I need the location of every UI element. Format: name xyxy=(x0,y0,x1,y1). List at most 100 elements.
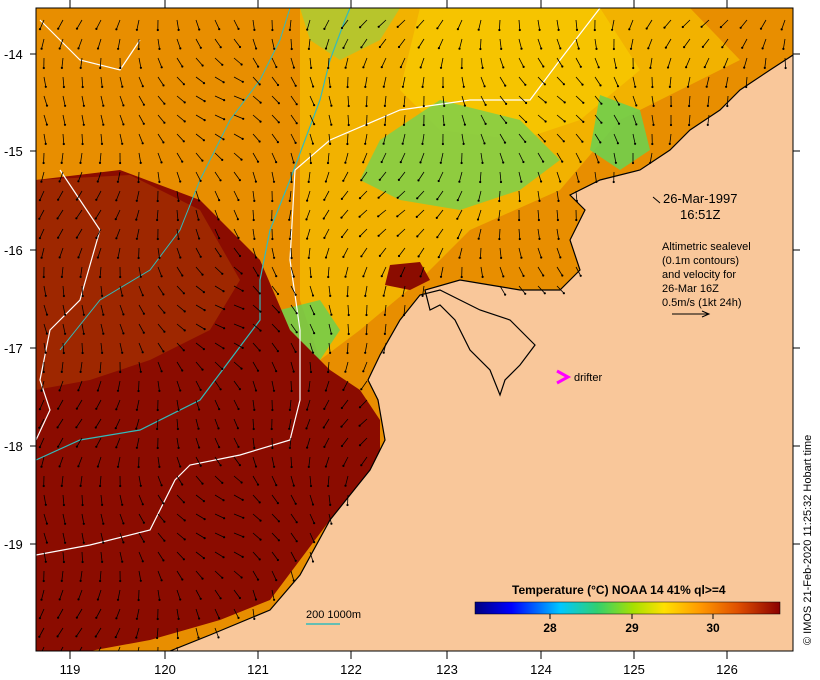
velocity-vector-head xyxy=(222,81,225,84)
velocity-vector-head xyxy=(342,464,345,467)
velocity-vector-head xyxy=(77,389,80,392)
velocity-vector-head xyxy=(62,294,65,298)
velocity-vector-head xyxy=(183,538,186,541)
velocity-vector-head xyxy=(98,370,102,374)
velocity-vector-head xyxy=(96,256,99,259)
velocity-vector-head xyxy=(344,275,347,278)
velocity-vector-head xyxy=(305,427,308,430)
velocity-vector-head xyxy=(577,47,580,50)
velocity-vector-head xyxy=(79,66,82,69)
velocity-vector-head xyxy=(599,84,602,87)
x-tick-label: 119 xyxy=(60,662,81,677)
velocity-vector-head xyxy=(292,484,295,487)
velocity-vector-head xyxy=(202,348,205,351)
velocity-vector-head xyxy=(629,47,633,50)
velocity-vector-head xyxy=(364,294,367,297)
velocity-vector-head xyxy=(122,313,125,316)
velocity-vector-head xyxy=(290,465,293,469)
velocity-vector-head xyxy=(237,445,240,448)
velocity-vector-head xyxy=(329,294,332,297)
velocity-vector-head xyxy=(135,617,138,620)
velocity-vector-head xyxy=(294,502,297,505)
colorbar-tick-label: 28 xyxy=(543,621,557,635)
velocity-vector-head xyxy=(40,256,43,259)
velocity-vector-head xyxy=(45,332,49,335)
velocity-vector xyxy=(347,494,349,506)
velocity-vector-head xyxy=(305,218,308,221)
velocity-vector-head xyxy=(141,294,144,297)
velocity-vector-head xyxy=(290,256,293,260)
velocity-vector-head xyxy=(358,444,362,447)
velocity-vector-head xyxy=(401,294,404,297)
velocity-vector-head xyxy=(56,635,59,638)
velocity-vector-head xyxy=(344,66,347,69)
velocity-vector-head xyxy=(139,66,142,69)
velocity-vector-head xyxy=(183,310,186,313)
velocity-vector-head xyxy=(100,142,104,145)
velocity-vector-head xyxy=(582,120,585,123)
velocity-vector-head xyxy=(141,142,144,145)
velocity-vector-head xyxy=(64,522,67,525)
x-tick-label: 122 xyxy=(340,662,362,677)
velocity-vector-head xyxy=(182,292,185,295)
velocity-vector-head xyxy=(240,63,243,66)
velocity-vector-head xyxy=(253,237,256,240)
velocity-vector-head xyxy=(81,503,84,507)
colorbar-title: Temperature (°C) NOAA 14 41% ql>=4 xyxy=(512,583,726,597)
velocity-vector-head xyxy=(288,199,291,202)
velocity-vector-head xyxy=(121,351,124,354)
velocity-vector xyxy=(347,285,349,297)
velocity-vector-head xyxy=(40,180,43,183)
velocity-vector-head xyxy=(136,656,138,658)
velocity-vector-head xyxy=(295,331,298,334)
velocity-vector-head xyxy=(719,26,723,29)
velocity-vector-head xyxy=(522,274,525,277)
velocity-vector-head xyxy=(79,161,82,164)
velocity-vector-head xyxy=(458,180,461,183)
velocity-vector-head xyxy=(94,426,97,429)
velocity-vector-head xyxy=(313,332,316,335)
velocity-vector-head xyxy=(139,370,142,373)
velocity-vector-head xyxy=(292,275,295,278)
y-tick-label: -15 xyxy=(4,144,23,159)
velocity-vector-head xyxy=(57,236,60,239)
velocity-vector-head xyxy=(292,579,295,582)
velocity-vector-head xyxy=(79,370,82,373)
velocity-vector-head xyxy=(652,104,655,107)
velocity-vector-head xyxy=(139,161,142,164)
velocity-vector-head xyxy=(137,256,140,260)
velocity-vector-head xyxy=(416,197,419,200)
velocity-vector-head xyxy=(540,256,543,259)
velocity-vector-head xyxy=(292,370,295,373)
velocity-vector-head xyxy=(579,160,582,163)
velocity-vector-head xyxy=(201,64,204,67)
velocity-vector-head xyxy=(102,541,105,544)
velocity-vector-head xyxy=(439,161,442,164)
velocity-vector-head xyxy=(223,327,226,330)
velocity-vector-head xyxy=(358,215,361,218)
velocity-vector-head xyxy=(382,142,385,145)
velocity-vector-head xyxy=(81,85,84,89)
velocity-vector-head xyxy=(42,370,45,374)
velocity-vector-head xyxy=(219,46,222,49)
velocity-vector-head xyxy=(537,218,541,222)
velocity-vector-head xyxy=(397,178,400,181)
velocity-vector-head xyxy=(181,578,184,581)
velocity-vector-head xyxy=(242,117,245,120)
velocity-vector-head xyxy=(668,142,671,145)
velocity-vector-head xyxy=(631,161,635,165)
velocity-vector-head xyxy=(277,520,280,523)
velocity-vector-head xyxy=(277,539,280,542)
velocity-vector-head xyxy=(275,579,278,582)
velocity-vector-head xyxy=(254,389,258,392)
velocity-vector-head xyxy=(258,558,261,561)
velocity-vector-head xyxy=(416,235,419,238)
velocity-vector-head xyxy=(121,503,124,506)
velocity-vector-head xyxy=(763,66,766,69)
velocity-vector-head xyxy=(502,66,505,69)
velocity-vector-head xyxy=(101,85,104,88)
velocity-vector-head xyxy=(700,25,703,28)
velocity-vector-head xyxy=(635,104,638,107)
velocity-vector-head xyxy=(340,216,343,219)
velocity-vector-head xyxy=(330,522,333,525)
